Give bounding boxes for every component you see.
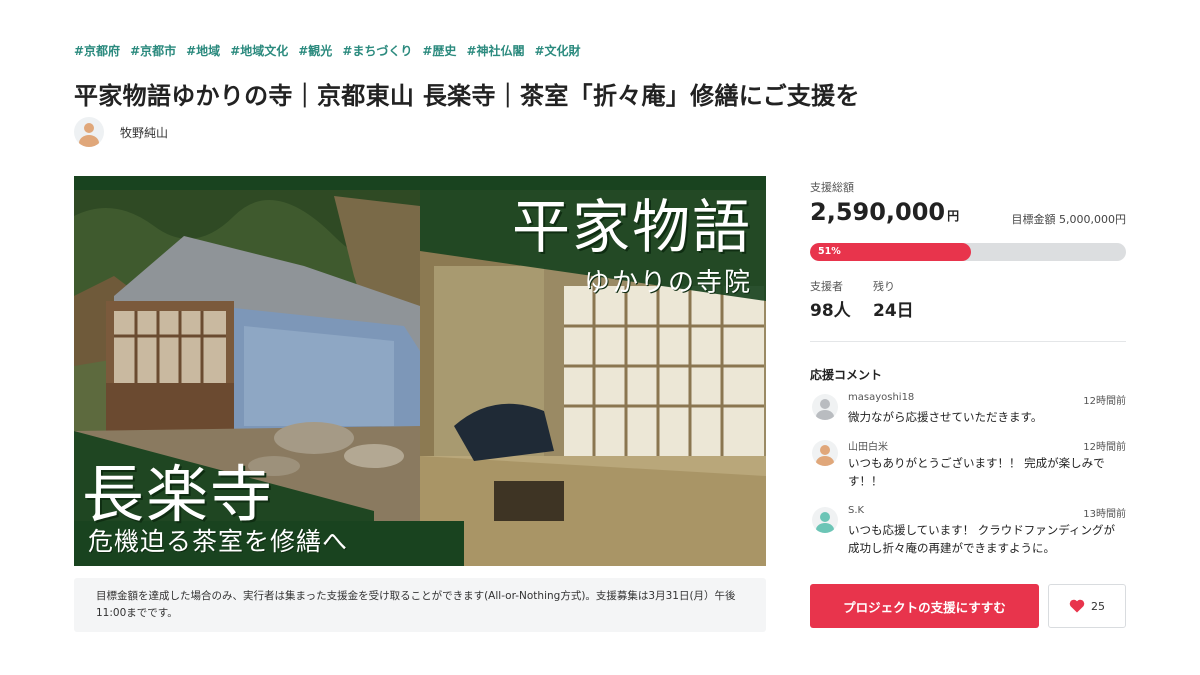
total-amount: 2,590,000 円: [810, 198, 959, 226]
avatar-icon: [74, 117, 104, 147]
remaining-days: 24日: [873, 301, 914, 321]
author[interactable]: 牧野純山: [74, 117, 168, 147]
comment-time: 13時間前: [1083, 509, 1126, 520]
remaining-label: 残り: [873, 280, 895, 293]
comment-text: 微力ながら応援させていただきます。: [848, 410, 1043, 424]
heart-icon: [1069, 599, 1085, 613]
user-avatar-icon: [812, 394, 838, 420]
project-hero-image: 平家物語 ゆかりの寺院 長楽寺 危機迫る茶室を修繕へ: [74, 176, 766, 566]
user-avatar-icon: [812, 440, 838, 466]
tag-link[interactable]: #京都府: [74, 42, 120, 59]
progress-percent: 51%: [818, 246, 841, 257]
total-amount-value: 2,590,000: [810, 198, 946, 226]
tag-list: #京都府 #京都市 #地域 #地域文化 #観光 #まちづくり #歴史 #神社仏閣…: [74, 42, 581, 59]
total-amount-unit: 円: [947, 209, 960, 223]
hero-temple-name: 長楽寺: [82, 458, 275, 531]
tag-link[interactable]: #観光: [298, 42, 332, 59]
like-count: 25: [1091, 599, 1105, 613]
author-name[interactable]: 牧野純山: [120, 124, 168, 141]
comment-user[interactable]: S.K: [848, 505, 864, 516]
all-or-nothing-notice: 目標金額を達成した場合のみ、実行者は集まった支援金を受け取ることができます(Al…: [74, 578, 766, 632]
tag-link[interactable]: #地域: [186, 42, 220, 59]
tag-link[interactable]: #地域文化: [230, 42, 288, 59]
comments-title: 応援コメント: [810, 368, 883, 382]
supporters-count: 98人: [810, 301, 851, 321]
progress-bar: 51%: [810, 243, 1126, 261]
tag-link[interactable]: #京都市: [130, 42, 176, 59]
hero-subheading: ゆかりの寺院: [583, 268, 752, 298]
comment-time: 12時間前: [1083, 442, 1126, 453]
tag-link[interactable]: #神社仏閣: [466, 42, 524, 59]
divider: [810, 341, 1126, 342]
comment-user[interactable]: 山田白米: [848, 438, 888, 453]
tag-link[interactable]: #まちづくり: [342, 42, 412, 59]
total-label: 支援総額: [810, 181, 854, 194]
like-button[interactable]: 25: [1048, 584, 1126, 628]
hero-heading: 平家物語: [511, 193, 752, 261]
supporters-label: 支援者: [810, 280, 843, 293]
page-title: 平家物語ゆかりの寺｜京都東山 長楽寺｜茶室「折々庵」修繕にご支援を: [74, 82, 860, 110]
hero-caption: 危機迫る茶室を修繕へ: [88, 527, 349, 556]
progress-bar-fill: 51%: [810, 243, 972, 261]
support-project-button[interactable]: プロジェクトの支援にすすむ: [810, 584, 1039, 628]
comment-text: いつも応援しています！ クラウドファンディングが成功し折々庵の再建ができますよう…: [848, 523, 1116, 555]
user-avatar-icon: [812, 507, 838, 533]
tag-link[interactable]: #歴史: [422, 42, 456, 59]
comment-text: いつもありがとうございます！！ 完成が楽しみです！！: [848, 456, 1105, 488]
tag-link[interactable]: #文化財: [535, 42, 581, 59]
comment-user[interactable]: masayoshi18: [848, 392, 914, 403]
goal-amount: 目標金額 5,000,000円: [1011, 213, 1126, 226]
comment-time: 12時間前: [1083, 396, 1126, 407]
